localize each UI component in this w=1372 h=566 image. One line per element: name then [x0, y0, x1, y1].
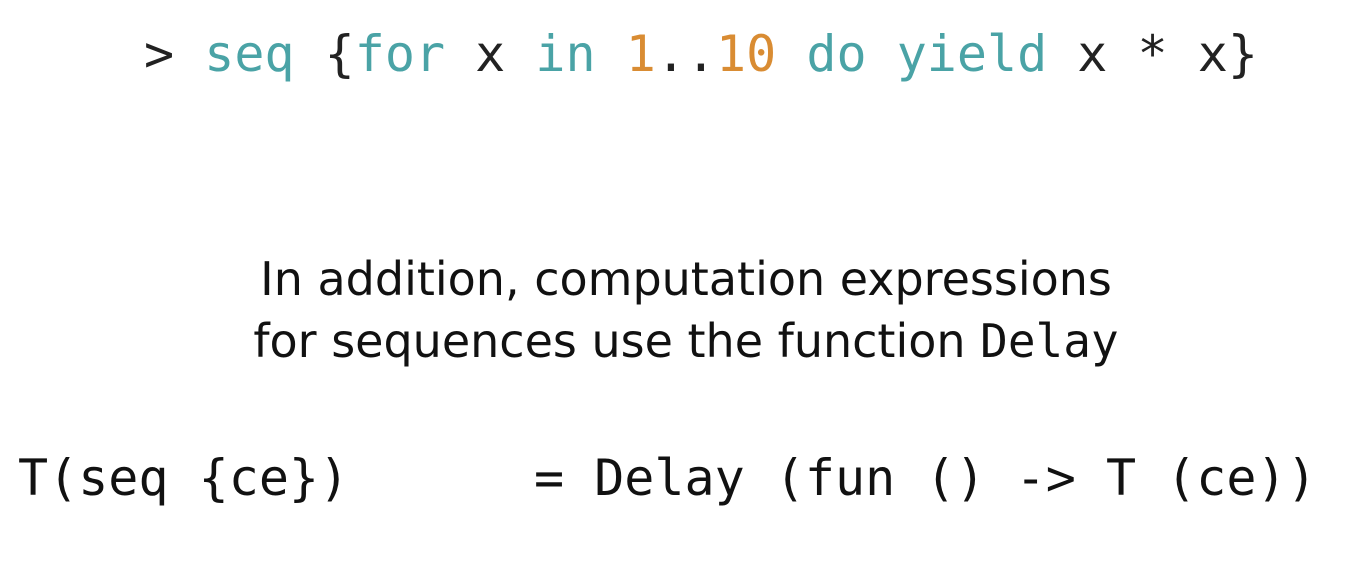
delay-function-name: Delay — [980, 314, 1119, 368]
code-token-plain: x — [445, 25, 536, 83]
code-token-plain: { — [294, 25, 355, 83]
code-token-plain: .. — [655, 25, 717, 83]
description-line-1: In addition, computation expressions — [260, 252, 1112, 306]
code-token-plain: > — [144, 25, 205, 83]
description-line-2: for sequences use the function Delay — [0, 310, 1372, 372]
description-line-2-text: for sequences use the function — [253, 314, 981, 368]
code-token-number: 10 — [716, 25, 777, 83]
code-example: > seq {for x in 1..10 do yield x * x} — [144, 22, 1258, 86]
code-token-keyword: for — [354, 25, 446, 83]
code-token-keyword: seq — [204, 25, 295, 83]
translation-rule-rhs: = Delay (fun () -> T (ce)) — [534, 449, 1317, 507]
code-token-keyword: in — [535, 25, 596, 83]
translation-rule-lhs: T(seq {ce}) — [18, 449, 350, 507]
code-token-plain: x * x} — [1047, 25, 1258, 83]
code-token-keyword: yield — [896, 25, 1048, 83]
code-token-keyword: do — [806, 25, 867, 83]
description-text: In addition, computation expressions for… — [0, 248, 1372, 372]
code-token-number: 1 — [625, 25, 656, 83]
